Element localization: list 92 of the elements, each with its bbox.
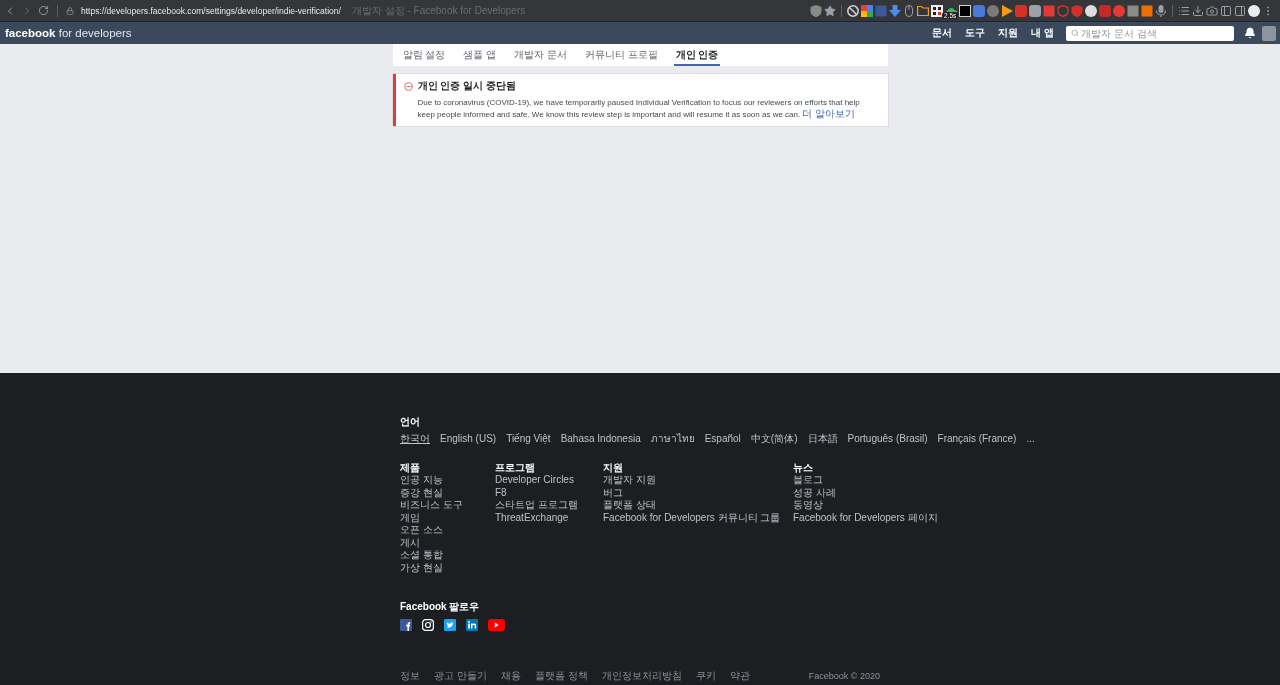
footer-link[interactable]: 성공 사례 [793, 486, 836, 499]
column-heading: 제품 [400, 461, 420, 474]
footer-link[interactable]: F8 [495, 486, 507, 499]
search-icon [1071, 29, 1079, 37]
footer-link[interactable]: 게시 [400, 536, 420, 549]
footer-link[interactable]: 오픈 소스 [400, 524, 443, 537]
footer-link[interactable]: 증강 현실 [400, 486, 443, 499]
tab[interactable]: 개발자 문서 [512, 44, 569, 66]
language-link[interactable]: English (US) [440, 432, 497, 445]
checker-icon[interactable] [931, 4, 943, 17]
footer-link[interactable]: 개인정보처리방침 [601, 669, 682, 682]
language-link[interactable]: Español [704, 432, 741, 445]
footer-link[interactable]: 비즈니스 도구 [400, 499, 463, 512]
play-icon[interactable] [1001, 4, 1013, 17]
nav-link[interactable]: 지원 [998, 26, 1019, 40]
rounded-square-icon[interactable] [1015, 4, 1027, 17]
footer-link[interactable]: 채용 [500, 669, 521, 682]
square-icon[interactable] [959, 4, 971, 17]
notifications-icon[interactable] [1244, 27, 1256, 39]
search-field[interactable]: 개발자 문서 검색 [1066, 25, 1234, 41]
ring-icon[interactable] [847, 4, 859, 17]
language-link[interactable]: Français (France) [937, 432, 1017, 445]
column-heading: 프로그램 [495, 461, 535, 474]
circle-icon[interactable] [1085, 4, 1097, 17]
footer-link[interactable]: 약관 [729, 669, 750, 682]
folder-icon[interactable] [917, 4, 929, 17]
lock-icon [66, 6, 74, 15]
language-link[interactable]: Bahasa Indonesia [560, 432, 641, 445]
footer-link[interactable]: ThreatExchange [495, 511, 569, 524]
footer-link[interactable]: 플랫폼 상태 [603, 499, 656, 512]
camera-icon[interactable] [1206, 4, 1218, 17]
instagram-icon[interactable] [422, 619, 434, 631]
footer-link[interactable]: 쿠키 [695, 669, 716, 682]
grid-icon[interactable] [861, 4, 873, 17]
more-languages-button[interactable]: ... [1026, 432, 1035, 445]
nav-link[interactable]: 문서 [932, 26, 953, 40]
column-heading: 뉴스 [793, 461, 813, 474]
footer-link[interactable]: Facebook for Developers 페이지 [793, 511, 938, 524]
footer-link[interactable]: 버그 [603, 486, 623, 499]
follow-heading: Facebook 팔로우 [400, 600, 480, 613]
footer-link[interactable]: 소셜 통합 [400, 549, 443, 562]
youtube-icon[interactable] [488, 619, 505, 631]
copyright-text: Facebook © 2020 [808, 670, 880, 681]
footer-link[interactable]: 플랫폼 정책 [534, 669, 588, 682]
footer-link[interactable]: 정보 [400, 669, 420, 682]
footer-link[interactable]: 개발자 지원 [603, 474, 656, 487]
tab[interactable]: 커뮤니티 프로필 [582, 44, 660, 66]
language-link[interactable]: Tiếng Việt [506, 432, 551, 445]
download-icon[interactable] [1192, 4, 1204, 17]
footer-link[interactable]: Facebook for Developers 커뮤니티 그룹 [603, 511, 781, 524]
language-link[interactable]: 한국어 [400, 432, 430, 445]
reload-icon[interactable] [38, 5, 49, 16]
sidebar-icon[interactable] [1234, 4, 1246, 17]
star-icon[interactable] [824, 4, 836, 17]
footer-link[interactable]: 게임 [400, 511, 420, 524]
tab[interactable]: 샘플 앱 [461, 44, 499, 66]
language-link[interactable]: 日本語 [807, 432, 838, 445]
language-heading: 언어 [400, 415, 420, 428]
linkedin-icon[interactable] [466, 619, 478, 631]
language-link[interactable]: Português (Brasil) [847, 432, 928, 445]
learn-more-link[interactable]: 더 알아보기 [802, 108, 856, 119]
tab[interactable]: 개인 인증 [673, 44, 721, 66]
shield-icon[interactable] [810, 4, 822, 17]
footer-link[interactable]: 블로그 [793, 474, 823, 487]
list-icon[interactable] [1178, 4, 1190, 17]
alert-message: Due to coronavirus (COVID-19), we have temporarily paused Individual Verification to focus our reviewers on efforts that help keep people informed and safe. We know this review step is important and will resume it as soon as we can. 더 알아보기 [417, 97, 861, 120]
panel-icon[interactable] [1220, 4, 1232, 17]
user-avatar[interactable] [1262, 25, 1276, 41]
tab[interactable]: 알림 설정 [400, 44, 448, 66]
footer-link[interactable]: 동영상 [793, 499, 823, 512]
twitter-icon[interactable] [444, 619, 456, 631]
column-heading: 지원 [603, 461, 623, 474]
nav-link[interactable]: 내 앱 [1031, 26, 1054, 40]
footer-link[interactable]: 인공 지능 [400, 474, 443, 487]
url-text[interactable]: https://developers.facebook.com/settings/developer/indie-verification/ [81, 5, 341, 16]
footer-link[interactable]: 가상 현실 [400, 561, 443, 574]
mouse-icon[interactable] [903, 4, 915, 17]
site-logo[interactable]: facebook for developers [5, 27, 132, 39]
language-link[interactable]: ภาษาไทย [650, 432, 695, 445]
alert-title: 개인 인증 일시 중단됨 [417, 79, 516, 93]
microphone-icon[interactable] [1155, 4, 1167, 17]
profile-avatar[interactable] [1248, 4, 1260, 17]
facebook-icon[interactable] [400, 619, 412, 631]
arrow-down-icon[interactable] [889, 4, 901, 17]
rounded-square-icon[interactable] [1029, 4, 1041, 17]
language-link[interactable]: 中文(简体) [750, 432, 798, 445]
footer-link[interactable]: 스타트업 프로그램 [495, 499, 578, 512]
minus-circle-icon [403, 81, 413, 91]
shield-icon[interactable] [1057, 4, 1069, 17]
nav-link[interactable]: 도구 [965, 26, 986, 40]
footer-link[interactable]: 광고 만들기 [434, 669, 487, 682]
footer-link[interactable]: Developer Circles [495, 474, 574, 487]
